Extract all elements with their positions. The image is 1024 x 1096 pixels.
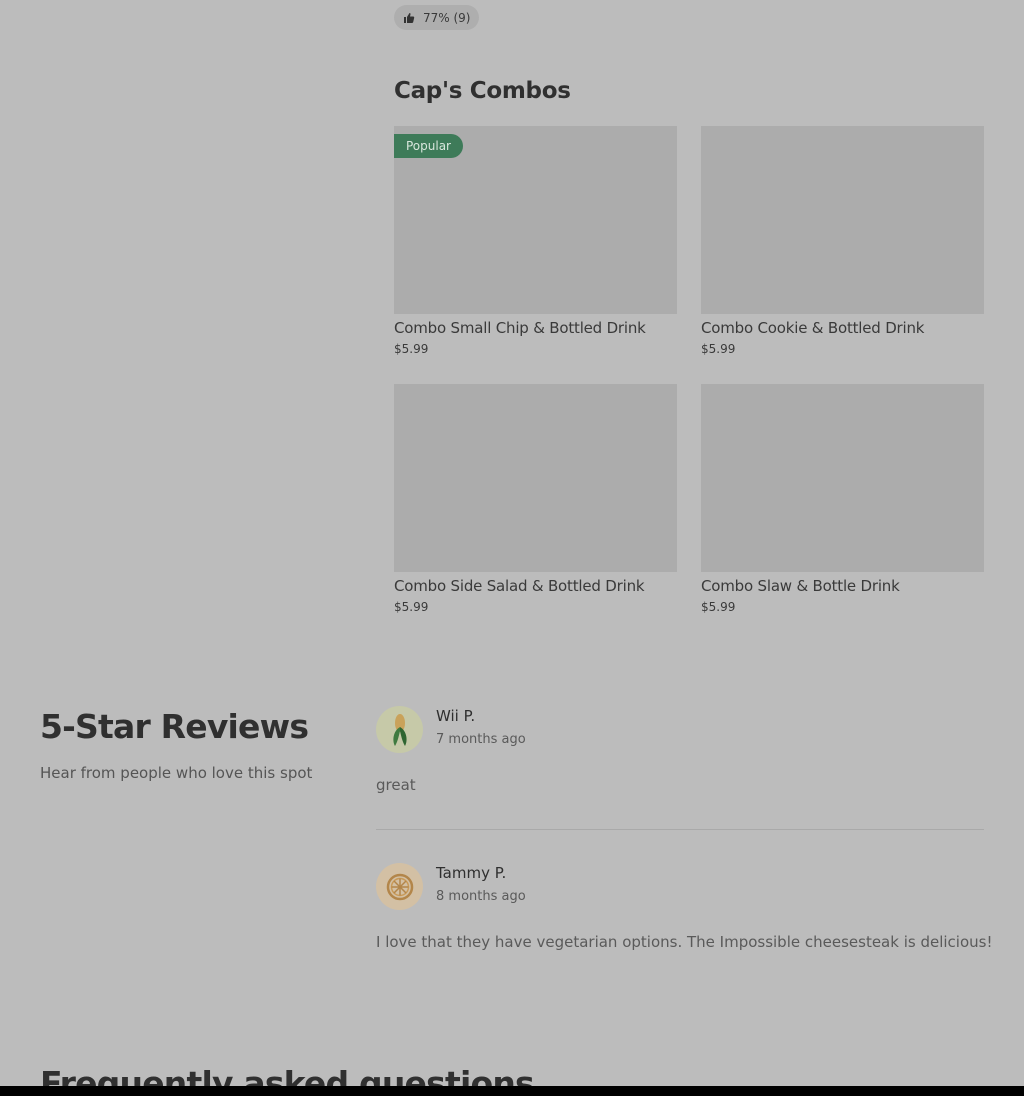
combo-price: $5.99 <box>394 600 429 614</box>
combo-name: Combo Cookie & Bottled Drink <box>701 319 925 337</box>
rating-text: 77% (9) <box>423 10 471 25</box>
store-page: 77% (9) Cap's Combos Popular Combo Small… <box>0 0 1024 1086</box>
combo-name: Combo Small Chip & Bottled Drink <box>394 319 646 337</box>
thumbs-up-icon <box>403 12 415 24</box>
bottom-edge-bar <box>0 1086 1024 1096</box>
avatar <box>376 863 423 910</box>
reviews-subheading: Hear from people who love this spot <box>40 764 313 782</box>
combo-image[interactable] <box>394 384 677 572</box>
review-item: Wii P. 7 months ago great <box>376 706 984 794</box>
combo-price: $5.99 <box>394 342 429 356</box>
combo-card-small-chip[interactable]: Popular Combo Small Chip & Bottled Drink… <box>394 126 677 356</box>
reviewer-name: Tammy P. <box>436 864 507 882</box>
review-text: I love that they have vegetarian options… <box>376 933 993 951</box>
combo-price: $5.99 <box>701 342 736 356</box>
combo-image[interactable] <box>701 126 984 314</box>
review-date: 8 months ago <box>436 889 526 904</box>
faq-heading: Frequently asked questions <box>40 1064 535 1086</box>
reviews-heading: 5-Star Reviews <box>40 707 309 746</box>
combo-image[interactable] <box>701 384 984 572</box>
review-date: 7 months ago <box>436 732 526 747</box>
combo-card-slaw[interactable]: Combo Slaw & Bottle Drink $5.99 <box>701 384 984 614</box>
reviewer-name: Wii P. <box>436 707 476 725</box>
popular-badge: Popular <box>394 134 463 158</box>
combo-name: Combo Slaw & Bottle Drink <box>701 577 900 595</box>
corn-icon <box>389 713 411 747</box>
citrus-slice-icon <box>386 873 414 901</box>
review-item: Tammy P. 8 months ago I love that they h… <box>376 863 993 951</box>
combos-section-title: Cap's Combos <box>394 78 571 104</box>
combo-card-side-salad[interactable]: Combo Side Salad & Bottled Drink $5.99 <box>394 384 677 614</box>
combo-card-cookie[interactable]: Combo Cookie & Bottled Drink $5.99 <box>701 126 984 356</box>
combo-image[interactable]: Popular <box>394 126 677 314</box>
review-divider <box>376 829 984 830</box>
review-text: great <box>376 776 416 794</box>
combo-price: $5.99 <box>701 600 736 614</box>
rating-badge: 77% (9) <box>394 5 480 30</box>
combo-name: Combo Side Salad & Bottled Drink <box>394 577 645 595</box>
avatar <box>376 706 423 753</box>
